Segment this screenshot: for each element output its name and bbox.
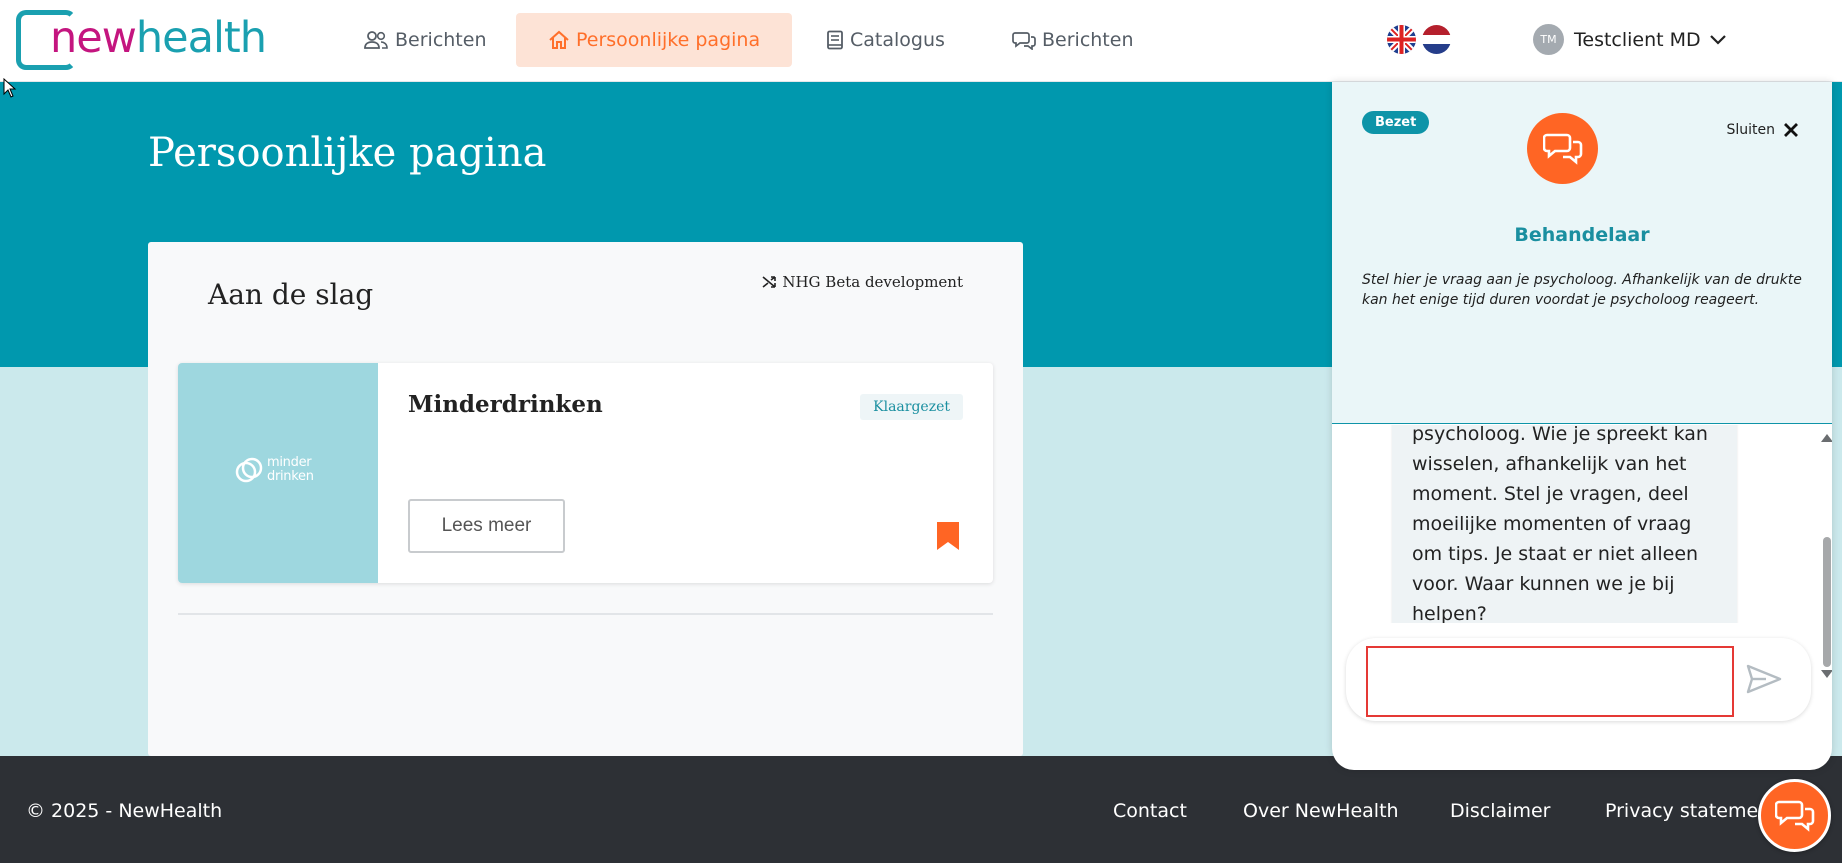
lees-meer-button[interactable]: Lees meer bbox=[408, 499, 565, 553]
book-icon bbox=[826, 30, 844, 50]
close-label: Sluiten bbox=[1726, 122, 1775, 138]
chat-avatar bbox=[1527, 113, 1598, 184]
divider bbox=[178, 613, 993, 615]
user-name: Testclient MD bbox=[1574, 28, 1701, 51]
close-chat-button[interactable]: Sluiten bbox=[1726, 122, 1799, 138]
home-icon bbox=[548, 30, 570, 50]
footer-link-privacy-statement[interactable]: Privacy statement bbox=[1605, 800, 1778, 822]
nav-item-catalogus[interactable]: Catalogus bbox=[826, 13, 945, 67]
top-navigation-bar: newhealth Berichten Persoonlijke pagina … bbox=[0, 0, 1842, 82]
chat-role-title: Behandelaar bbox=[1514, 224, 1650, 246]
chat-icon bbox=[1012, 30, 1036, 50]
nl-flag-icon[interactable] bbox=[1422, 25, 1451, 54]
open-chat-button[interactable] bbox=[1758, 779, 1831, 852]
close-icon bbox=[1783, 122, 1799, 138]
shuffle-icon bbox=[762, 275, 778, 289]
thumb-line-2: drinken bbox=[267, 469, 314, 484]
newhealth-logo[interactable]: newhealth bbox=[16, 10, 267, 72]
message-list[interactable]: psycholoog. Wie je spreekt kan wisselen,… bbox=[1332, 425, 1832, 623]
chat-bubbles-icon bbox=[1774, 799, 1815, 833]
environment-label: NHG Beta development bbox=[762, 273, 963, 291]
bookmark-icon[interactable] bbox=[936, 521, 960, 555]
logo-health: health bbox=[135, 13, 267, 63]
thumb-line-1: minder bbox=[267, 455, 312, 470]
status-badge: Klaargezet bbox=[860, 394, 963, 420]
panel-title: Aan de slag bbox=[208, 278, 374, 311]
nav-item-label: Berichten bbox=[395, 29, 487, 51]
nav-item-label: Persoonlijke pagina bbox=[576, 29, 761, 51]
chat-bubbles-icon bbox=[1542, 132, 1583, 166]
send-icon[interactable] bbox=[1746, 664, 1782, 698]
nav-item-label: Catalogus bbox=[850, 29, 945, 51]
page-title: Persoonlijke pagina bbox=[148, 130, 547, 176]
chat-message: psycholoog. Wie je spreekt kan wisselen,… bbox=[1392, 425, 1737, 623]
chevron-down-icon bbox=[1709, 34, 1727, 46]
chat-description: Stel hier je vraag aan je psycholoog. Af… bbox=[1362, 272, 1802, 308]
footer: © 2025 - NewHealth Contact Over NewHealt… bbox=[0, 756, 1842, 863]
footer-link-contact[interactable]: Contact bbox=[1113, 800, 1187, 822]
nav-item-berichten-chat[interactable]: Berichten bbox=[1012, 13, 1133, 67]
user-menu[interactable]: TM Testclient MD bbox=[1533, 24, 1727, 55]
minderdrinken-logo-icon bbox=[234, 455, 264, 485]
chat-panel: Bezet Sluiten Behandelaar Stel hier je v… bbox=[1332, 82, 1832, 770]
message-composer bbox=[1346, 638, 1811, 721]
message-input[interactable] bbox=[1366, 646, 1734, 717]
chat-header: Bezet Sluiten Behandelaar Stel hier je v… bbox=[1332, 82, 1832, 424]
uk-flag-icon[interactable] bbox=[1387, 25, 1416, 54]
aan-de-slag-panel: Aan de slag NHG Beta development minder … bbox=[148, 242, 1023, 756]
scroll-thumb[interactable] bbox=[1823, 537, 1831, 667]
avatar: TM bbox=[1533, 24, 1564, 55]
footer-link-over-newhealth[interactable]: Over NewHealth bbox=[1243, 800, 1399, 822]
footer-link-disclaimer[interactable]: Disclaimer bbox=[1450, 800, 1550, 822]
environment-text: NHG Beta development bbox=[782, 273, 963, 291]
message-scrollbar[interactable] bbox=[1818, 425, 1832, 680]
copyright: © 2025 - NewHealth bbox=[26, 800, 223, 822]
status-badge: Bezet bbox=[1362, 111, 1430, 134]
language-switcher bbox=[1387, 25, 1451, 54]
nav-item-label: Berichten bbox=[1042, 29, 1134, 51]
logo-new: new bbox=[50, 13, 137, 63]
users-icon bbox=[363, 30, 389, 50]
program-title: Minderdrinken bbox=[408, 391, 603, 418]
scroll-down-arrow-icon[interactable] bbox=[1821, 670, 1832, 678]
minderdrinken-logo: minder drinken bbox=[234, 455, 314, 485]
scroll-up-arrow-icon[interactable] bbox=[1821, 434, 1832, 442]
program-card-minderdrinken[interactable]: minder drinken Minderdrinken Klaargezet … bbox=[178, 363, 993, 583]
program-thumbnail: minder drinken bbox=[178, 363, 378, 583]
nav-item-persoonlijke-pagina[interactable]: Persoonlijke pagina bbox=[516, 13, 793, 67]
logo-text: newhealth bbox=[50, 12, 267, 64]
mouse-cursor-icon bbox=[3, 77, 17, 102]
nav-item-berichten-clients[interactable]: Berichten bbox=[363, 13, 486, 67]
